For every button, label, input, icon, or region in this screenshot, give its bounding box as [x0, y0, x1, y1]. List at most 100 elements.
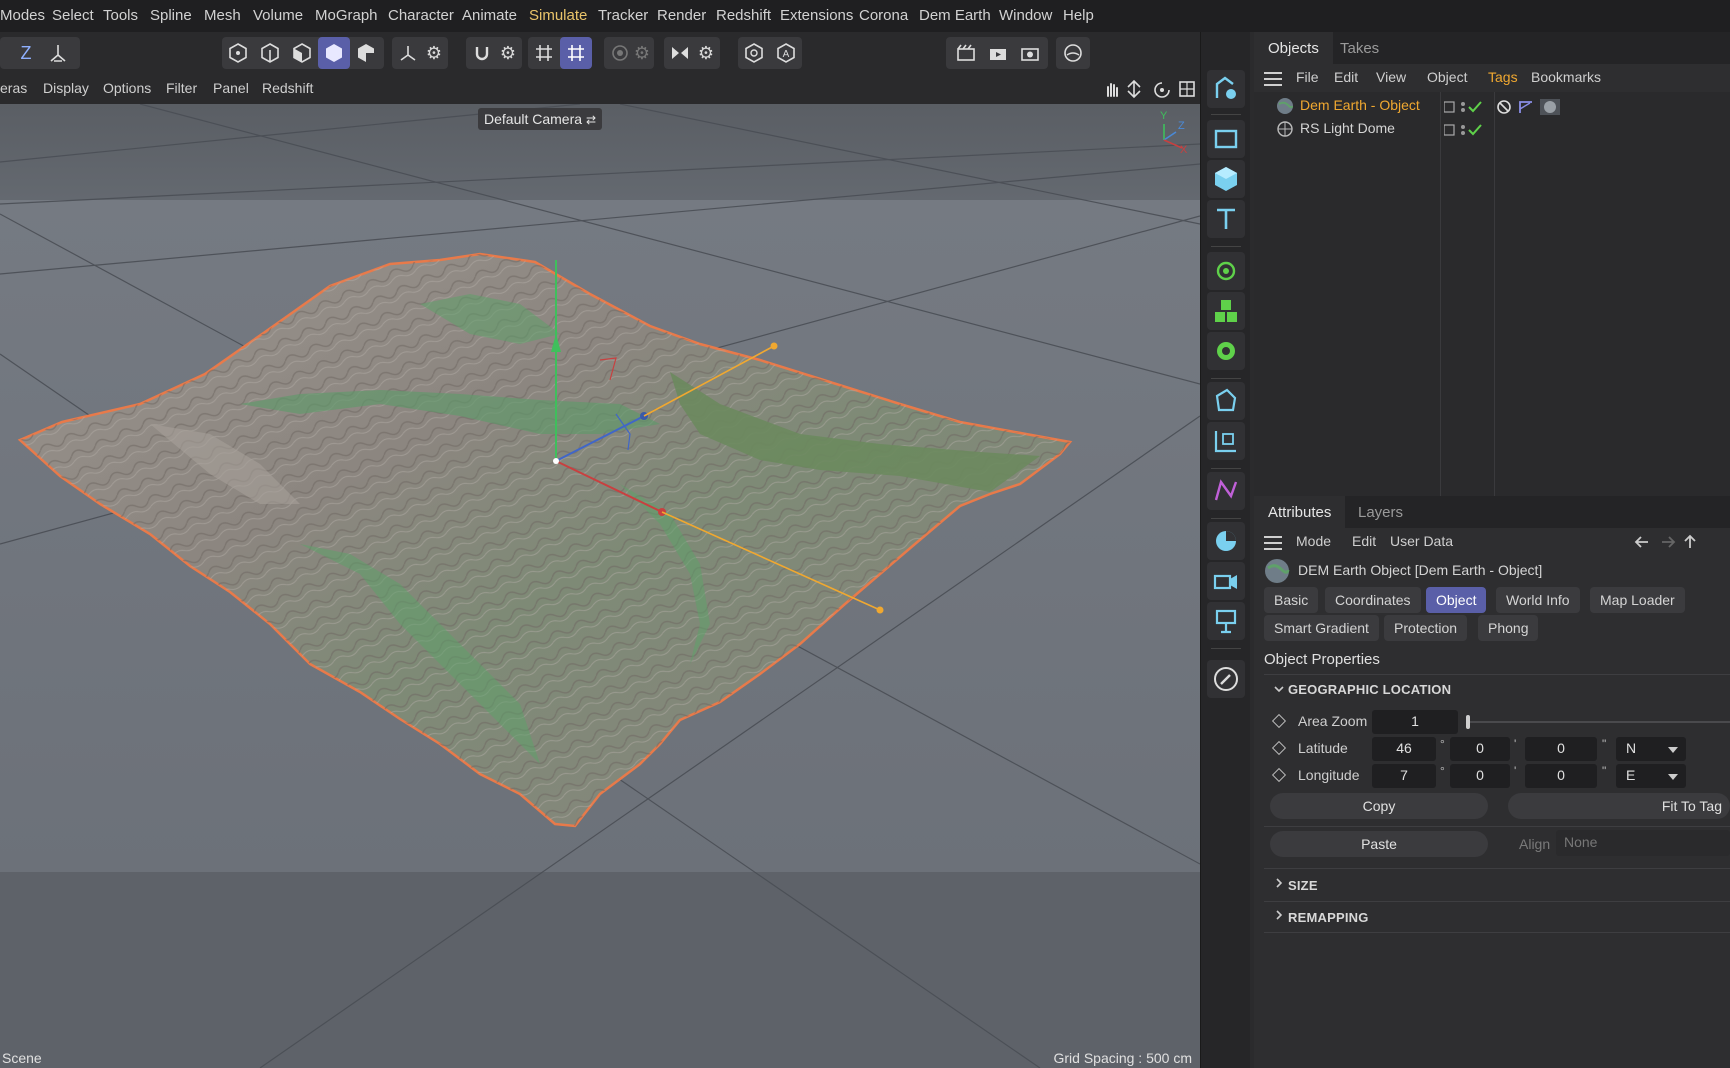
object-row-rs-light-dome[interactable]: RS Light Dome [1254, 117, 1730, 141]
menu-mograph[interactable]: MoGraph [315, 7, 378, 24]
move-camera-icon[interactable] [1127, 79, 1141, 99]
menu-dem-earth[interactable]: Dem Earth [919, 7, 991, 24]
latitude-seconds-input[interactable]: 0 [1525, 737, 1597, 761]
uv-mode-icon[interactable] [350, 37, 382, 69]
objects-menu-view[interactable]: View [1376, 69, 1406, 85]
generator-icon[interactable] [1207, 252, 1245, 290]
menu-animate[interactable]: Animate [462, 7, 517, 24]
attributes-menu-user-data[interactable]: User Data [1390, 533, 1453, 549]
attributes-menu-mode[interactable]: Mode [1296, 533, 1331, 549]
attr-tab-world-info[interactable]: World Info [1496, 587, 1580, 613]
render-picture-viewer-icon[interactable] [982, 37, 1014, 69]
group-remapping[interactable]: REMAPPING [1288, 910, 1369, 925]
lock-axis-icon[interactable]: A [770, 37, 802, 69]
render-view-icon[interactable] [950, 37, 982, 69]
longitude-minutes-input[interactable]: 0 [1450, 764, 1510, 788]
grid-icon[interactable] [528, 37, 560, 69]
symmetry-settings-icon[interactable]: ⚙ [690, 37, 722, 69]
menu-help[interactable]: Help [1063, 7, 1094, 24]
effector-gear-icon[interactable] [1207, 332, 1245, 370]
menu-corona[interactable]: Corona [859, 7, 908, 24]
cube-icon[interactable] [1207, 160, 1245, 198]
workplane-grid-icon[interactable] [560, 37, 592, 69]
tab-attributes[interactable]: Attributes [1254, 496, 1346, 528]
camera-label[interactable]: Default Camera ⇄ [478, 108, 602, 130]
tab-layers[interactable]: Layers [1344, 496, 1417, 528]
objects-menu-object[interactable]: Object [1427, 69, 1467, 85]
menu-redshift[interactable]: Redshift [716, 7, 771, 24]
objects-menu-bookmarks[interactable]: Bookmarks [1531, 69, 1601, 85]
light-icon[interactable] [1207, 602, 1245, 640]
text-icon[interactable] [1207, 200, 1245, 238]
model-mode-icon[interactable] [318, 37, 350, 69]
attr-tab-phong[interactable]: Phong [1478, 615, 1539, 641]
copy-button[interactable]: Copy [1270, 793, 1488, 819]
pan-hand-icon[interactable] [1107, 83, 1118, 97]
deformer-icon[interactable] [1207, 382, 1245, 420]
spline-rectangle-icon[interactable] [1207, 120, 1245, 158]
rotate-camera-icon[interactable] [1154, 82, 1170, 98]
viewport-menu-panel[interactable]: Panel [213, 80, 249, 96]
slider-knob[interactable] [1466, 715, 1470, 729]
objects-hamburger-icon[interactable] [1264, 72, 1282, 86]
menu-tracker[interactable]: Tracker [598, 7, 648, 24]
target-settings-icon[interactable]: ⚙ [626, 37, 658, 69]
menu-extensions[interactable]: Extensions [780, 7, 853, 24]
menu-render[interactable]: Render [657, 7, 706, 24]
history-nav-icons[interactable] [1634, 534, 1730, 550]
menu-window[interactable]: Window [999, 7, 1052, 24]
soft-selection-icon[interactable] [738, 37, 770, 69]
attributes-menu-edit[interactable]: Edit [1352, 533, 1376, 549]
latitude-degrees-input[interactable]: 46 [1372, 737, 1436, 761]
menu-volume[interactable]: Volume [253, 7, 303, 24]
attr-tab-smart-gradient[interactable]: Smart Gradient [1264, 615, 1379, 641]
viewport-menu-filter[interactable]: Filter [166, 80, 197, 96]
z-axis-button[interactable]: Z [10, 37, 42, 69]
chevron-down-icon[interactable] [1274, 684, 1284, 694]
menu-spline[interactable]: Spline [150, 7, 192, 24]
keyframe-diamond-icon[interactable] [1271, 767, 1287, 783]
keyframe-diamond-icon[interactable] [1271, 740, 1287, 756]
3d-viewport[interactable]: Default Camera ⇄ Y Z X Scene Grid Spacin… [0, 104, 1200, 1068]
chevron-right-icon[interactable] [1274, 910, 1284, 920]
viewport-menu-redshift[interactable]: Redshift [262, 80, 313, 96]
keyframe-diamond-icon[interactable] [1271, 713, 1287, 729]
menu-simulate[interactable]: Simulate [529, 7, 587, 24]
undo-view-icon[interactable] [1207, 70, 1245, 108]
objects-menu-tags[interactable]: Tags [1488, 69, 1518, 85]
coordinate-system-icon[interactable] [42, 37, 74, 69]
box-mode-icon[interactable] [222, 37, 254, 69]
area-zoom-input[interactable]: 1 [1372, 710, 1458, 734]
edit-pen-icon[interactable] [1207, 660, 1245, 698]
attr-tab-protection[interactable]: Protection [1384, 615, 1468, 641]
viewport-menu-cameras[interactable]: eras [0, 80, 27, 96]
attributes-hamburger-icon[interactable] [1264, 536, 1282, 550]
polygon-mode-icon[interactable] [286, 37, 318, 69]
objects-menu-edit[interactable]: Edit [1334, 69, 1358, 85]
edge-mode-icon[interactable] [254, 37, 286, 69]
fit-to-tag-button[interactable]: Fit To Tag [1508, 793, 1730, 819]
latitude-minutes-input[interactable]: 0 [1450, 737, 1510, 761]
settings-gear-icon[interactable]: ⚙ [418, 37, 450, 69]
align-select[interactable]: None [1556, 830, 1730, 856]
menu-select[interactable]: Select [52, 7, 94, 24]
cloner-icon[interactable] [1207, 292, 1245, 330]
attr-tab-coordinates[interactable]: Coordinates [1325, 587, 1421, 613]
menu-tools[interactable]: Tools [103, 7, 138, 24]
latitude-hemisphere-select[interactable]: N [1616, 737, 1686, 761]
attr-tab-map-loader[interactable]: Map Loader [1590, 587, 1685, 613]
menu-mesh[interactable]: Mesh [204, 7, 241, 24]
paste-button[interactable]: Paste [1270, 831, 1488, 857]
objects-menu-file[interactable]: File [1296, 69, 1319, 85]
group-size[interactable]: SIZE [1288, 878, 1318, 893]
field-icon[interactable] [1207, 422, 1245, 460]
group-geographic-location[interactable]: GEOGRAPHIC LOCATION [1288, 682, 1451, 697]
mograph-spline-icon[interactable] [1207, 472, 1245, 510]
menu-character[interactable]: Character [388, 7, 454, 24]
chevron-right-icon[interactable] [1274, 878, 1284, 888]
attr-tab-object[interactable]: Object [1426, 587, 1487, 613]
menu-modes[interactable]: Modes [0, 7, 45, 24]
longitude-degrees-input[interactable]: 7 [1372, 764, 1436, 788]
viewport-menu-options[interactable]: Options [103, 80, 151, 96]
toggle-views-icon[interactable] [1179, 81, 1195, 97]
